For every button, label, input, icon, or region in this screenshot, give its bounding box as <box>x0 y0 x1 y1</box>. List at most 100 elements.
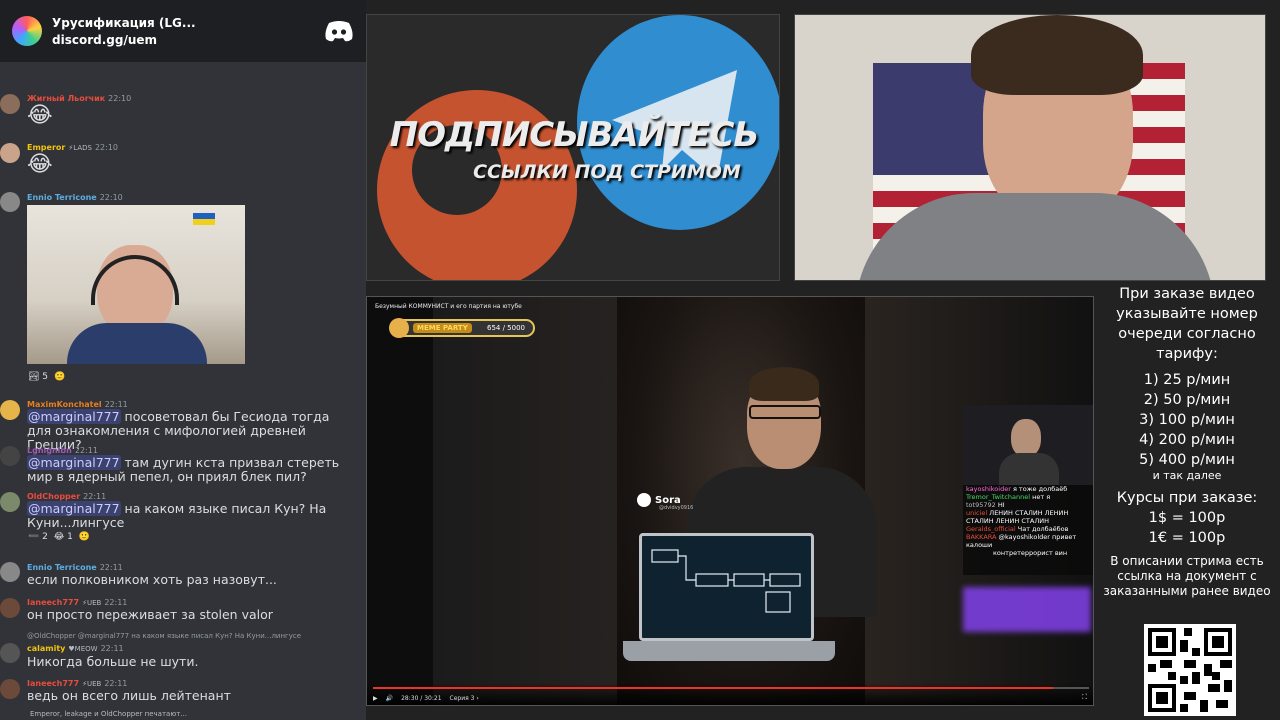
message-text: ведь он всего лишь лейтенант <box>27 688 231 703</box>
message-text: он просто переживает за stolen valor <box>27 607 273 622</box>
sora-handle: @dvidvy0916 <box>659 505 694 511</box>
twitch-chat-line: tot95792 HI <box>966 501 1005 509</box>
avatar[interactable] <box>0 446 20 466</box>
role-badge: ♥MEOW <box>68 644 98 653</box>
avatar[interactable] <box>0 679 20 699</box>
order-info: При заказе видео указывайте номер очеред… <box>1094 282 1280 720</box>
role-badge: ⚡UEB <box>82 598 102 607</box>
avatar[interactable] <box>0 562 20 582</box>
twitch-chat-line: Tremor_Twitchannel нет я <box>966 493 1051 501</box>
twitch-chat-line: BAKKARA @kayoshikolder привет калоши <box>966 533 1077 549</box>
twitch-chat-line: kayoshikoider я тоже долбаёб <box>966 485 1068 493</box>
message-author[interactable]: MaximKonchatel <box>27 400 102 409</box>
course-rate: 1$ = 100р <box>1148 510 1226 526</box>
qr-code-icon <box>1144 624 1236 716</box>
avatar[interactable] <box>0 192 20 212</box>
message-author[interactable]: Ianeech777 <box>27 679 79 688</box>
tariff-item: 5) 400 р/мин <box>1139 452 1235 468</box>
message-author[interactable]: Ennio Terricone <box>27 193 97 202</box>
twitch-chat-line: контретеррорист вин <box>993 549 1068 557</box>
avatar[interactable] <box>0 143 20 163</box>
message-text: @marginal777 на каком языке писал Кун? Н… <box>27 501 327 530</box>
message-author[interactable]: Жиrный Льоrчик <box>27 94 105 103</box>
course-rate: 1€ = 100р <box>1148 530 1226 546</box>
avatar[interactable] <box>0 492 20 512</box>
reaction[interactable]: 🏞 5 <box>28 372 48 382</box>
tariff-item: 1) 25 р/мин <box>1143 372 1231 388</box>
order-intro: При заказе видео указывайте номер очеред… <box>1116 286 1258 362</box>
meme-party-count: 654 / 5000 <box>487 324 525 332</box>
twitch-chat-overlay: kayoshikoider я тоже долбаёб Tremor_Twit… <box>963 405 1093 575</box>
reply-preview[interactable]: @OldChopper @marginal777 на каком языке … <box>27 632 301 640</box>
message-text: @marginal777 там дугин кста призвал стер… <box>27 455 340 484</box>
avatar[interactable] <box>0 400 20 420</box>
discord-logo-icon <box>325 21 353 42</box>
discord-chat-panel: Урусификация (LG... discord.gg/uem Жиrны… <box>0 0 366 720</box>
message-time: 22:10 <box>99 193 123 202</box>
typing-indicator: Emperor, leakage и OldChopper печатают..… <box>30 710 187 718</box>
banner-subtitle: ССЫЛКИ ПОД СТРИМОМ <box>473 161 741 183</box>
streamer-hair <box>971 15 1143 95</box>
reaction[interactable]: ➖ 2 <box>28 532 48 542</box>
banner-title: ПОДПИСЫВАЙТЕСЬ <box>389 115 760 155</box>
message-author[interactable]: Ianeech777 <box>27 598 79 607</box>
message-time: 22:11 <box>104 679 128 688</box>
sora-logo-icon <box>637 493 651 507</box>
message-time: 22:10 <box>108 94 132 103</box>
avatar[interactable] <box>0 94 20 114</box>
avatar[interactable] <box>0 643 20 663</box>
user-mention[interactable]: @marginal777 <box>27 409 121 424</box>
time-display: 28:30 / 30:21 <box>401 695 442 702</box>
stream-layout: Урусификация (LG... discord.gg/uem Жиrны… <box>0 0 1280 720</box>
message-author[interactable]: calamity <box>27 644 65 653</box>
meme-party-bar: MEME PARTY 654 / 5000 <box>389 318 535 338</box>
tariff-item: 4) 200 р/мин <box>1139 432 1235 448</box>
laptop <box>639 533 814 641</box>
and-more: и так далее <box>1152 469 1222 482</box>
fullscreen-icon[interactable]: ⛶ <box>1082 693 1087 702</box>
video-player[interactable]: Sora @dvidvy0916 Безумный КОММУНИСТ и ег… <box>366 296 1094 706</box>
chapter-label[interactable]: Серия 3 › <box>450 695 479 702</box>
streamer-webcam <box>794 14 1266 281</box>
volume-icon[interactable]: 🔊 <box>386 695 393 702</box>
message-author[interactable]: Lgnignibn <box>27 446 72 455</box>
discord-header: Урусификация (LG... discord.gg/uem <box>0 0 366 62</box>
message-emoji: 😂 <box>27 152 53 177</box>
message-time: 22:11 <box>104 400 128 409</box>
play-icon[interactable]: ▶ <box>373 695 378 702</box>
message-time: 22:11 <box>83 492 107 501</box>
message-author[interactable]: OldChopper <box>27 492 80 501</box>
message-time: 22:11 <box>74 446 98 455</box>
role-badge: ⚡UEB <box>82 679 102 688</box>
message-emoji: 😂 <box>27 103 53 128</box>
doge-icon <box>389 318 409 338</box>
image-attachment[interactable] <box>27 205 245 364</box>
message-time: 22:11 <box>99 563 123 572</box>
tariff-item: 3) 100 р/мин <box>1139 412 1235 428</box>
reaction[interactable]: 😂 1 <box>54 532 73 542</box>
role-badge: ⚡LADS <box>68 143 92 152</box>
server-invite: discord.gg/uem <box>52 32 158 47</box>
reaction[interactable]: 🙂 <box>79 532 90 542</box>
inner-webcam <box>963 405 1093 485</box>
message-text: если полковником хоть раз назовут... <box>27 572 277 587</box>
message-time: 22:11 <box>100 644 124 653</box>
description-note: В описании стрима есть ссылка на докумен… <box>1103 554 1271 598</box>
message-author[interactable]: Ennio Terricone <box>27 563 97 572</box>
user-mention[interactable]: @marginal777 <box>27 455 121 470</box>
avatar[interactable] <box>0 598 20 618</box>
subscribe-banner: ПОДПИСЫВАЙТЕСЬ ССЫЛКИ ПОД СТРИМОМ <box>366 14 780 281</box>
user-mention[interactable]: @marginal777 <box>27 501 121 516</box>
reaction[interactable]: 🙂 <box>54 372 65 382</box>
message-time: 22:10 <box>94 143 119 152</box>
message-time: 22:11 <box>104 598 128 607</box>
message-text: Никогда больше не шути. <box>27 654 199 669</box>
tariff-item: 2) 50 р/мин <box>1143 392 1231 408</box>
video-title[interactable]: Безумный КОММУНИСТ и его партия на ютубе <box>375 303 522 310</box>
message-author[interactable]: Emperor <box>27 143 65 152</box>
progress-fill <box>373 687 1054 689</box>
progress-bar[interactable] <box>373 687 1089 689</box>
courses-title: Курсы при заказе: <box>1116 490 1258 506</box>
twitch-chat-line: Geralds_official Чат долбаёбов <box>966 525 1069 533</box>
server-icon <box>12 16 42 46</box>
